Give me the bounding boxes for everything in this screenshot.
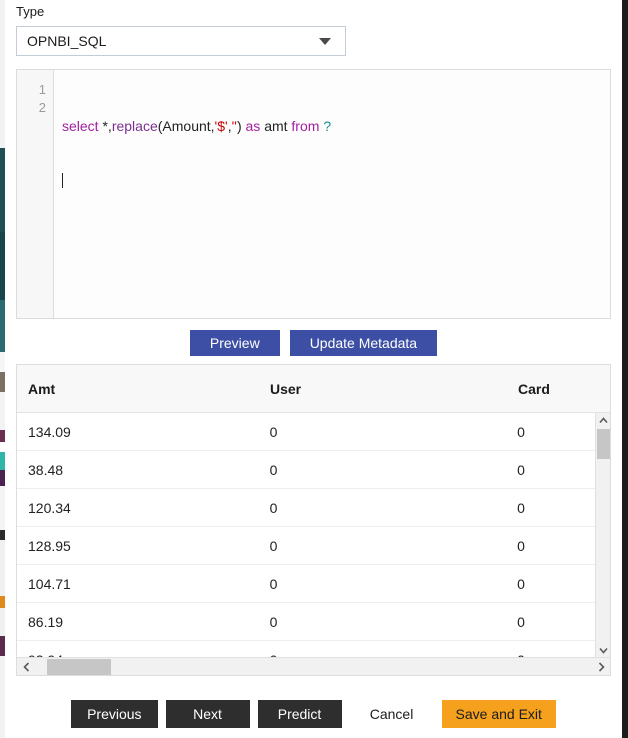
table-cell-card: 0 xyxy=(517,613,525,630)
table-cell-amt: 128.95 xyxy=(28,537,71,554)
editor-code-area[interactable]: select *,replace(Amount,'$','') as amt f… xyxy=(54,70,610,318)
table-cell-card: 0 xyxy=(517,575,525,592)
table-row[interactable]: 92.9400 xyxy=(17,641,597,659)
table-body: 134.09 0 0 38.48 0 0 120.34 0 0 128.95 0 0 104.71 0 0 8… xyxy=(17,413,597,658)
table-cell-user: 0 xyxy=(269,423,278,440)
table-cell-amt: 104.71 xyxy=(28,575,71,592)
table-cell-amt: 134.09 xyxy=(28,423,71,440)
predict-button[interactable]: Predict xyxy=(257,700,342,728)
column-header-amt[interactable]: Amt xyxy=(17,381,270,397)
sql-token: select xyxy=(62,118,103,134)
table-cell-user: 0 xyxy=(269,613,278,630)
code-line-1: select *,replace(Amount,'$','') as amt f… xyxy=(62,117,610,135)
update-metadata-button[interactable]: Update Metadata xyxy=(289,330,438,356)
horizontal-scrollbar-track[interactable] xyxy=(35,658,592,676)
table-cell-card: 0 xyxy=(517,499,525,516)
sql-editor[interactable]: 1 2 select *,replace(Amount,'$','') as a… xyxy=(16,69,611,319)
table-cell-amt: 120.34 xyxy=(28,499,71,516)
table-cell-card: 0 xyxy=(517,423,525,440)
table-cell-user: 0 xyxy=(269,461,278,478)
type-field-label: Type xyxy=(16,4,45,19)
sql-token: ? xyxy=(323,118,332,134)
column-header-card[interactable]: Card xyxy=(518,381,598,397)
sql-token: replace xyxy=(111,118,158,134)
sql-token: '$' xyxy=(214,118,228,134)
table-cell-user: 0 xyxy=(269,537,278,554)
sql-token: as xyxy=(241,118,265,134)
table-row[interactable]: 104.71 0 0 xyxy=(17,565,597,603)
previous-button[interactable]: Previous xyxy=(71,700,158,728)
table-cell-amt: 38.48 xyxy=(28,461,64,478)
table-vertical-scrollbar[interactable] xyxy=(595,413,610,658)
footer-button-bar: Previous Next Predict Cancel Save and Ex… xyxy=(5,700,622,728)
table-row[interactable]: 128.95 0 0 xyxy=(17,527,597,565)
editor-line-number-gutter: 1 2 xyxy=(17,70,54,318)
sql-step-dialog: Type OPNBI_SQL 1 2 select *,replace(Amou… xyxy=(5,0,622,738)
chevron-down-icon[interactable] xyxy=(596,643,610,658)
app-screen: Type OPNBI_SQL 1 2 select *,replace(Amou… xyxy=(0,0,628,738)
table-row[interactable]: 38.48 0 0 xyxy=(17,451,597,489)
sql-token: Amount xyxy=(162,118,211,134)
text-cursor xyxy=(62,173,63,188)
type-field-block: Type OPNBI_SQL xyxy=(16,4,346,56)
table-cell-card: 0 xyxy=(517,461,525,478)
table-body-wrapper: 134.09 0 0 38.48 0 0 120.34 0 0 128.95 0 0 104.71 0 0 8… xyxy=(17,413,610,658)
line-number: 1 xyxy=(38,82,46,97)
chevron-left-icon[interactable] xyxy=(17,658,35,676)
vertical-scrollbar-thumb[interactable] xyxy=(597,429,610,459)
save-and-exit-button[interactable]: Save and Exit xyxy=(441,700,556,728)
table-row[interactable]: 120.34 0 0 xyxy=(17,489,597,527)
chevron-right-icon[interactable] xyxy=(592,658,610,676)
next-button[interactable]: Next xyxy=(165,700,250,728)
table-cell-user: 0 xyxy=(269,499,278,516)
sql-token: amt xyxy=(264,118,288,134)
chevron-up-icon[interactable] xyxy=(596,413,610,428)
chevron-down-icon xyxy=(319,37,331,45)
editor-action-row: Preview Update Metadata xyxy=(5,330,622,356)
type-select-value: OPNBI_SQL xyxy=(27,33,107,49)
cancel-button[interactable]: Cancel xyxy=(349,700,434,728)
results-table-panel: Amt User Card 134.09 0 0 38.48 0 0 120.34 0 0 128… xyxy=(16,364,611,676)
code-line-2 xyxy=(62,171,610,189)
table-row[interactable]: 86.19 0 0 xyxy=(17,603,597,641)
table-header-row: Amt User Card xyxy=(17,365,610,413)
table-row[interactable]: 134.09 0 0 xyxy=(17,413,597,451)
sql-token: from xyxy=(287,118,324,134)
column-header-user[interactable]: User xyxy=(270,381,518,397)
horizontal-scrollbar-thumb[interactable] xyxy=(47,658,111,675)
table-cell-amt: 86.19 xyxy=(28,613,64,630)
table-cell-card: 0 xyxy=(517,537,525,554)
type-select[interactable]: OPNBI_SQL xyxy=(16,26,346,56)
right-edge-bar xyxy=(622,0,628,738)
line-number: 2 xyxy=(38,100,46,115)
preview-button[interactable]: Preview xyxy=(189,330,280,356)
table-horizontal-scrollbar[interactable] xyxy=(17,657,610,675)
table-cell-user: 0 xyxy=(269,575,278,592)
